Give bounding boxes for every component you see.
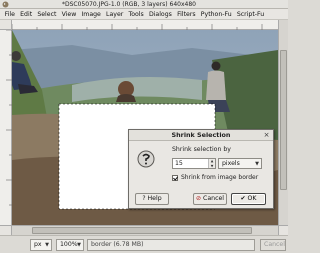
cancel-button[interactable]: ⊘ Cancel: [193, 193, 227, 205]
units-select-value: pixels: [222, 160, 240, 167]
menu-file[interactable]: File: [2, 9, 18, 20]
menu-select[interactable]: Select: [35, 9, 59, 20]
menu-tools[interactable]: Tools: [126, 9, 146, 20]
ok-button-label: OK: [247, 195, 257, 202]
help-button-label: Help: [147, 195, 162, 202]
vertical-ruler[interactable]: [0, 29, 12, 225]
image-window: *DSC05070.JPG-1.0 (RGB, 3 layers) 640x48…: [0, 0, 288, 253]
menu-filters[interactable]: Filters: [174, 9, 198, 20]
ok-button[interactable]: ✔ OK: [231, 193, 266, 205]
unit-select-value: px: [34, 241, 42, 248]
menu-edit[interactable]: Edit: [18, 9, 35, 20]
help-icon: ?: [142, 195, 146, 202]
shrink-amount-value: 15: [175, 160, 183, 167]
check-icon: ✔: [240, 195, 246, 202]
menu-dialogs[interactable]: Dialogs: [146, 9, 174, 20]
horizontal-ruler[interactable]: [11, 20, 278, 30]
shrink-amount-input[interactable]: 15 ▲ ▼: [172, 158, 216, 169]
navigate-button[interactable]: [278, 225, 288, 235]
status-cancel-button[interactable]: Cancel: [260, 239, 286, 251]
shrink-from-border-label[interactable]: Shrink from image border: [181, 174, 258, 181]
menu-script-fu[interactable]: Script-Fu: [234, 9, 267, 20]
chevron-down-icon: ▼: [77, 242, 81, 248]
vertical-scroll-thumb[interactable]: [280, 50, 287, 190]
vertical-scrollbar[interactable]: [278, 20, 288, 225]
chevron-down-icon: ▼: [255, 161, 259, 167]
zoom-select[interactable]: 100% ▼: [56, 239, 84, 251]
shrink-by-label: Shrink selection by: [172, 146, 231, 153]
cancel-button-label: Cancel: [203, 195, 224, 202]
help-button[interactable]: ? Help: [135, 193, 169, 205]
status-message: border (6.78 MB): [87, 239, 255, 251]
cancel-icon: ⊘: [196, 195, 202, 202]
spin-arrows-icon[interactable]: ▲ ▼: [208, 159, 215, 168]
close-icon[interactable]: ×: [262, 131, 271, 140]
menu-layer[interactable]: Layer: [103, 9, 125, 20]
shrink-selection-dialog: Shrink Selection × Shrink selection by 1…: [128, 129, 274, 209]
horizontal-scroll-thumb[interactable]: [32, 227, 252, 234]
shrink-from-border-checkbox[interactable]: [172, 175, 178, 181]
menu-bar: File Edit Select View Image Layer Tools …: [0, 9, 288, 20]
chevron-down-icon: ▼: [45, 242, 49, 248]
horizontal-scrollbar[interactable]: [12, 225, 278, 235]
quick-mask-toggle[interactable]: [0, 225, 12, 235]
ruler-corner[interactable]: [0, 20, 12, 30]
menu-python-fu[interactable]: Python-Fu: [198, 9, 234, 20]
dialog-title: Shrink Selection: [129, 130, 273, 141]
gimp-wilber-icon[interactable]: [2, 1, 9, 8]
status-bar: px ▼ 100% ▼ border (6.78 MB) Cancel: [0, 235, 288, 253]
menu-view[interactable]: View: [59, 9, 79, 20]
menu-image[interactable]: Image: [79, 9, 104, 20]
zoom-select-value: 100%: [60, 241, 78, 248]
units-select[interactable]: pixels ▼: [218, 158, 262, 169]
shrink-selection-icon: [137, 150, 155, 168]
unit-select[interactable]: px ▼: [30, 239, 52, 251]
